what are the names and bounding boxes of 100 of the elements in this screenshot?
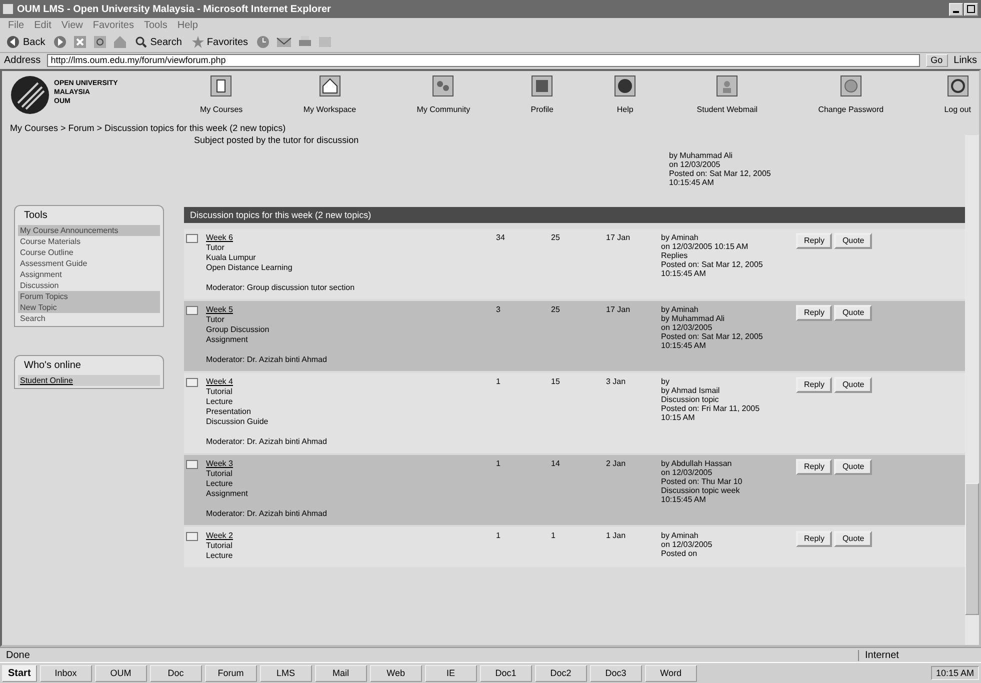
row-button[interactable]: Reply <box>796 305 832 321</box>
logo-icon <box>10 75 50 115</box>
history-icon[interactable] <box>256 35 270 49</box>
ring-icon <box>946 75 969 97</box>
moderator-text: Moderator: Dr. Azizah binti Ahmad <box>206 509 328 519</box>
replies-cell-text: 34 <box>496 233 506 244</box>
window-title: OUM LMS - Open University Malaysia - Microsoft Internet Explorer <box>17 4 332 14</box>
panel-title: Who's online <box>23 359 82 373</box>
topic-detail: Lecture <box>206 397 234 407</box>
stop-icon[interactable] <box>73 35 88 49</box>
taskbar-button[interactable]: Doc <box>150 664 202 682</box>
taskbar-button[interactable]: OUM <box>94 664 147 682</box>
taskbar-button[interactable]: Mail <box>314 664 367 682</box>
moderator-text: Moderator: Group discussion tutor section <box>206 283 356 293</box>
sidebar-item[interactable]: Search <box>18 313 160 324</box>
browser-icon <box>3 4 13 14</box>
links-label[interactable]: Links <box>954 54 977 66</box>
sidebar-item[interactable]: Forum Topics <box>18 291 160 302</box>
forward-icon[interactable] <box>53 35 68 49</box>
nav-link[interactable]: Change Password <box>818 75 884 123</box>
address-field[interactable]: http://lms.oum.edu.my/forum/viewforum.php <box>46 54 920 66</box>
mail-icon[interactable] <box>276 35 292 49</box>
taskbar-button[interactable]: Inbox <box>40 664 92 682</box>
nav-link[interactable]: My Community <box>416 75 470 123</box>
minimize-button[interactable] <box>949 2 963 16</box>
search-button[interactable]: Search <box>133 36 184 48</box>
sidebar-item[interactable]: Discussion <box>18 280 160 291</box>
sidebar-item[interactable]: Course Materials <box>18 236 160 247</box>
person-icon <box>716 75 738 97</box>
favorites-button[interactable]: Favorites <box>190 36 250 48</box>
taskbar-button[interactable]: Forum <box>204 664 257 682</box>
row-button[interactable]: Reply <box>796 459 832 475</box>
home-icon[interactable] <box>113 35 128 49</box>
people-icon <box>432 75 454 97</box>
nav-link[interactable]: Log out <box>944 75 971 123</box>
row-button[interactable]: Quote <box>834 377 872 393</box>
menu-item[interactable]: File <box>8 20 24 30</box>
topic-detail: Tutor <box>206 243 226 253</box>
start-button[interactable]: Start <box>2 664 37 682</box>
menu-item[interactable]: Help <box>177 20 198 30</box>
menu-item[interactable]: Favorites <box>92 20 134 30</box>
topic-text: Subject posted by the tutor for discussion <box>194 135 360 147</box>
row-button[interactable]: Reply <box>796 531 832 547</box>
taskbar-button[interactable]: Doc1 <box>480 664 532 682</box>
nav-link[interactable]: My Workspace <box>303 75 356 123</box>
date-cell-text: 3 Jan <box>606 377 627 388</box>
folder-icon <box>186 459 198 469</box>
menu-item[interactable]: Edit <box>34 20 52 30</box>
topic-title[interactable]: Week 3 <box>206 459 496 469</box>
menu-item[interactable]: View <box>61 20 83 30</box>
zone-text: Internet <box>858 650 975 660</box>
moderator-text: Moderator: Dr. Azizah binti Ahmad <box>206 437 328 447</box>
row-button[interactable]: Quote <box>834 305 872 321</box>
panel-title: Tools <box>23 209 48 223</box>
nav-link[interactable]: Help <box>614 75 636 123</box>
topic-title[interactable]: Week 6 <box>206 233 496 243</box>
menu-item[interactable]: Tools <box>144 20 168 30</box>
nav-link[interactable]: Profile <box>530 75 554 123</box>
sidebar-item[interactable]: Course Outline <box>18 247 160 258</box>
nav-link[interactable]: My Courses <box>200 75 243 123</box>
go-button[interactable]: Go <box>926 54 948 66</box>
online-link[interactable]: Student Online <box>18 375 160 386</box>
topic-detail: Lecture <box>206 551 234 561</box>
row-button[interactable]: Quote <box>834 531 872 547</box>
taskbar-button[interactable]: IE <box>424 664 477 682</box>
last-post: by by Ahmad Ismail Discussion topic Posted on: Fri Mar 11, 2005 10:15 AM <box>661 377 761 424</box>
topic-title[interactable]: Week 2 <box>206 531 496 541</box>
last-post: by Abdullah Hassan on 12/03/2005 Posted on: Thu Mar 10 Discussion topic week 10:15:45 AM <box>661 459 744 506</box>
maximize-button[interactable] <box>964 2 978 16</box>
taskbar-button[interactable]: Doc2 <box>534 664 587 682</box>
row-button[interactable]: Reply <box>796 233 832 249</box>
print-icon[interactable] <box>298 35 312 49</box>
last-post: by Aminah on 12/03/2005 10:15 AM Replies Posted on: Sat Mar 12, 2005 10:15:45 AM <box>661 233 764 280</box>
row-button[interactable]: Quote <box>834 459 872 475</box>
row-button[interactable]: Quote <box>834 233 872 249</box>
topic-title[interactable]: Week 4 <box>206 377 496 387</box>
sidebar-item[interactable]: Assessment Guide <box>18 258 160 269</box>
topic-detail: Presentation <box>206 407 252 417</box>
moderator-text: Moderator: Dr. Azizah binti Ahmad <box>206 355 328 365</box>
refresh-icon[interactable] <box>93 35 108 49</box>
topic-detail: Tutorial <box>206 387 234 397</box>
sidebar-item[interactable]: New Topic <box>18 302 160 313</box>
taskbar-button[interactable]: LMS <box>260 664 312 682</box>
replies-cell-text: 1 <box>496 377 502 388</box>
taskbar-button[interactable]: Web <box>370 664 422 682</box>
replies-cell-text: 3 <box>496 305 502 316</box>
taskbar-button[interactable]: Word <box>644 664 697 682</box>
taskbar-button[interactable]: Doc3 <box>590 664 642 682</box>
topic-detail: Lecture <box>206 479 234 489</box>
back-button[interactable]: Back <box>4 35 48 49</box>
scrollbar[interactable] <box>965 135 979 645</box>
sidebar-item[interactable]: Assignment <box>18 269 160 280</box>
row-button[interactable]: Reply <box>796 377 832 393</box>
nav-link[interactable]: Student Webmail <box>696 75 758 123</box>
topic-title[interactable]: Week 5 <box>206 305 496 315</box>
maximize-icon <box>967 5 975 13</box>
views-cell-text: 15 <box>551 377 561 388</box>
replies-cell-text: 1 <box>496 531 502 542</box>
topic-detail: Tutor <box>206 315 226 325</box>
sidebar-item[interactable]: My Course Announcements <box>18 225 160 236</box>
